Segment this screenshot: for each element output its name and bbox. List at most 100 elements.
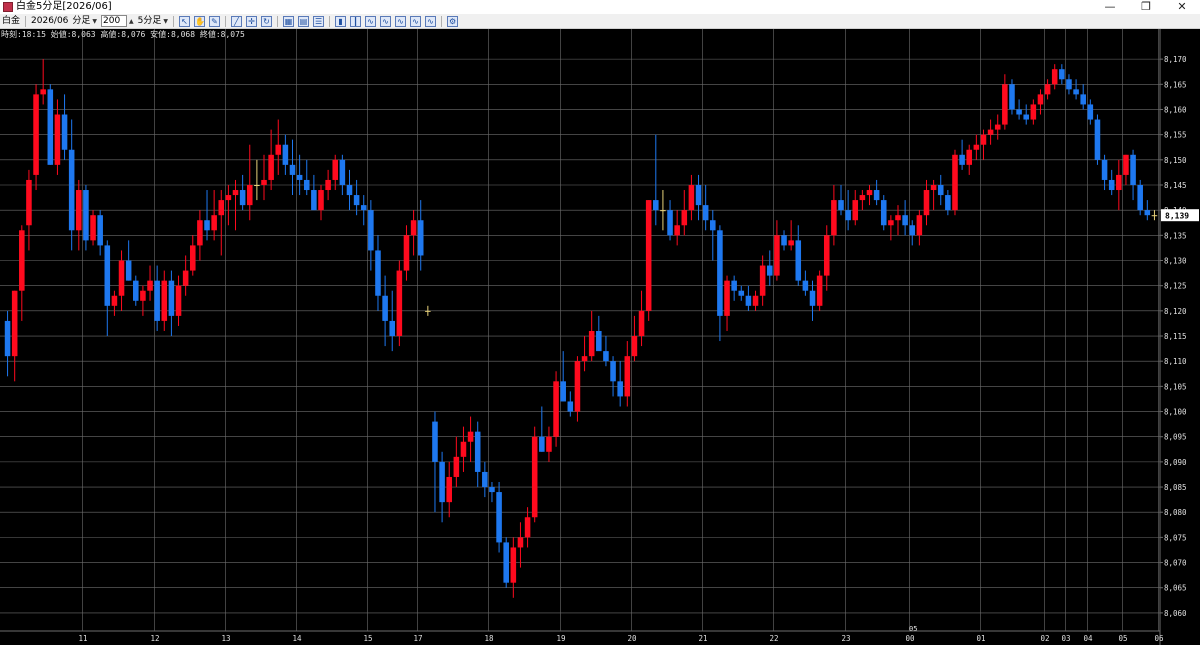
candle-body: [745, 295, 752, 306]
x-tick-label: 20: [628, 634, 638, 643]
candle-body: [1009, 84, 1015, 110]
bar-count-input[interactable]: [101, 15, 128, 27]
trendline-icon[interactable]: ╱: [231, 15, 243, 27]
minimize-button[interactable]: —: [1092, 0, 1128, 14]
chart-area[interactable]: 8,060 8,065 8,070 8,075 8,080 8,085 8,090 8,095…: [0, 29, 1200, 645]
candle-body: [1059, 69, 1065, 80]
candle-body: [439, 461, 445, 503]
candle-body: [1151, 215, 1158, 217]
chevron-down-icon[interactable]: ▼: [92, 18, 99, 25]
instrument-label[interactable]: 白金: [0, 15, 22, 27]
candle-body: [175, 285, 182, 316]
candle-body: [987, 129, 994, 135]
crosshair-icon[interactable]: ✛: [246, 15, 258, 27]
y-tick-label: 8,170: [1164, 55, 1187, 64]
indicator3-icon[interactable]: ∿: [395, 15, 407, 27]
chevron-down-icon[interactable]: ▼: [163, 18, 170, 25]
candle-body: [289, 164, 296, 175]
list-icon[interactable]: ☰: [313, 15, 325, 27]
candle-body: [489, 487, 495, 493]
candle-icon[interactable]: ┃: [350, 15, 362, 27]
candle-body: [596, 330, 602, 352]
candle-body: [275, 144, 282, 155]
toolbar-separator: [25, 15, 27, 27]
candle-body: [33, 94, 39, 175]
bar-chart-icon[interactable]: ▮: [335, 15, 347, 27]
candle-body: [161, 280, 168, 321]
candle-body: [845, 210, 851, 221]
candle-body: [952, 154, 958, 211]
candle-body: [410, 220, 417, 236]
candle-body: [453, 456, 460, 477]
timeframe-select[interactable]: 5分足: [136, 15, 164, 27]
candle: [1137, 179, 1143, 216]
unit-select[interactable]: 分足: [70, 15, 92, 27]
candle-body: [11, 290, 18, 357]
x-tick-label: 15: [364, 634, 373, 643]
candle-body: [1137, 184, 1143, 211]
y-tick-label: 8,075: [1164, 533, 1187, 542]
candle-body: [517, 537, 524, 548]
spinner-icon[interactable]: ▲: [129, 18, 136, 25]
candle-body: [147, 280, 153, 291]
hand-icon[interactable]: ✋: [194, 15, 206, 27]
pencil-icon[interactable]: ✎: [209, 15, 221, 27]
candle-body: [1023, 114, 1029, 120]
candle-body: [211, 215, 217, 231]
table-icon[interactable]: ▤: [298, 15, 310, 27]
candle-body: [68, 149, 75, 231]
x-tick-label: 00: [906, 634, 916, 643]
x-tick-label: 03: [1062, 634, 1071, 643]
candle-body: [681, 210, 688, 226]
candle-body: [19, 230, 25, 291]
candle-body: [1130, 154, 1136, 185]
close-button[interactable]: ✕: [1164, 0, 1200, 14]
candle: [503, 537, 509, 588]
candle-body: [688, 184, 695, 211]
candle-body: [581, 356, 588, 362]
refresh-icon[interactable]: ↻: [261, 15, 273, 27]
candle-body: [225, 195, 232, 201]
candle-body: [261, 179, 267, 185]
grid-icon[interactable]: ▦: [283, 15, 295, 27]
candle-body: [524, 517, 531, 538]
candle-body: [296, 174, 303, 180]
candle-body: [396, 270, 403, 337]
cursor-icon[interactable]: ↖: [179, 15, 191, 27]
y-tick-label: 8,145: [1164, 181, 1187, 190]
candle-body: [40, 89, 46, 95]
settings-icon[interactable]: ⚙: [447, 15, 459, 27]
candle-body: [47, 89, 54, 165]
title-bar: 白金5分足[2026/06] — ❐ ✕: [0, 0, 1200, 15]
candle-body: [1051, 69, 1058, 85]
indicator5-icon[interactable]: ∿: [425, 15, 437, 27]
candlestick-chart[interactable]: 8,060 8,065 8,070 8,075 8,080 8,085 8,090 8,095…: [0, 29, 1200, 645]
candle-body: [1016, 109, 1022, 115]
indicator-icon[interactable]: ∿: [365, 15, 377, 27]
candle-body: [937, 184, 944, 196]
candle-body: [1080, 94, 1086, 105]
candle-body: [118, 260, 125, 296]
candle-body: [204, 220, 210, 231]
maximize-button[interactable]: ❐: [1128, 0, 1164, 14]
indicator4-icon[interactable]: ∿: [410, 15, 422, 27]
candle-body: [76, 190, 82, 231]
candle-body: [638, 310, 645, 337]
x-tick-label: 13: [222, 634, 231, 643]
candle-body: [339, 159, 346, 185]
contract-label[interactable]: 2026/06: [29, 15, 70, 27]
candle-body: [375, 250, 381, 296]
candle-body: [994, 124, 1001, 130]
ohlc-info-readout: 時刻:18:15 始値:8,063 高値:8,076 安値:8,068 終値:8…: [1, 30, 245, 39]
candle-body: [539, 436, 545, 452]
candle-body: [980, 134, 987, 145]
candle-body: [574, 361, 581, 412]
candle-body: [588, 330, 595, 357]
candle-body: [4, 320, 11, 357]
x-tick-label: 23: [842, 634, 851, 643]
x-tick-label: 12: [151, 634, 160, 643]
x-tick-label: 22: [770, 634, 779, 643]
candle-body: [1002, 84, 1008, 125]
y-tick-label: 8,105: [1164, 382, 1187, 391]
indicator2-icon[interactable]: ∿: [380, 15, 392, 27]
